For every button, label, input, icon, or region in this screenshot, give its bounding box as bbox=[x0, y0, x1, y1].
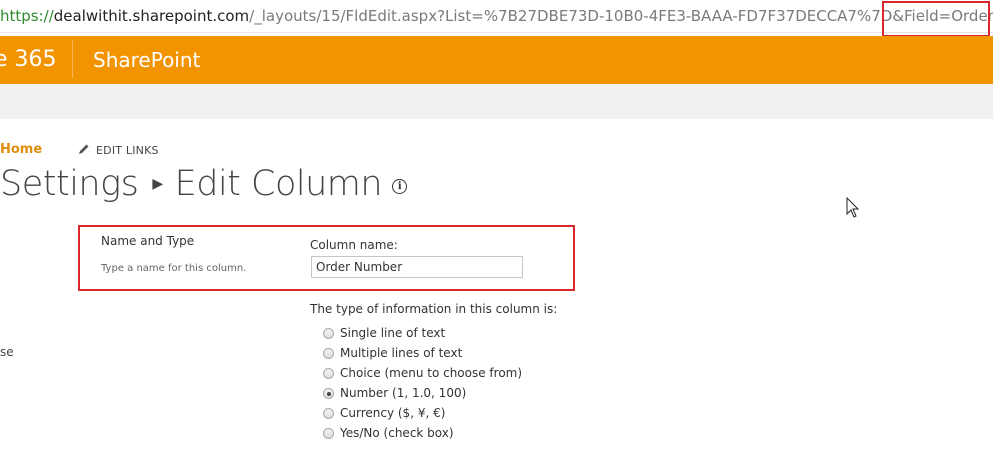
type-option-number[interactable]: Number (1, 1.0, 100) bbox=[323, 385, 522, 405]
ribbon-bar bbox=[0, 84, 993, 119]
left-panel-text-fragment: se bbox=[0, 345, 14, 359]
column-name-input[interactable] bbox=[311, 256, 523, 278]
radio-button[interactable] bbox=[323, 388, 334, 399]
type-option-label: Number (1, 1.0, 100) bbox=[340, 386, 467, 400]
url-protocol: https:// bbox=[0, 7, 54, 25]
sharepoint-app-link[interactable]: SharePoint bbox=[93, 36, 200, 84]
pencil-icon bbox=[79, 144, 89, 154]
url-domain: dealwithit.sharepoint.com bbox=[53, 7, 250, 25]
url-field-highlight bbox=[882, 1, 990, 37]
type-label: The type of information in this column i… bbox=[310, 302, 558, 316]
edit-links-label: EDIT LINKS bbox=[96, 144, 159, 157]
breadcrumb-current: Edit Column bbox=[174, 164, 383, 204]
type-option-single-line[interactable]: Single line of text bbox=[323, 325, 522, 345]
type-option-label: Currency ($, ¥, €) bbox=[340, 406, 446, 420]
type-option-multiple-lines[interactable]: Multiple lines of text bbox=[323, 345, 522, 365]
breadcrumb-settings[interactable]: Settings bbox=[0, 164, 139, 204]
column-name-label: Column name: bbox=[310, 238, 398, 252]
type-option-label: Choice (menu to choose from) bbox=[340, 366, 523, 380]
type-option-yes-no[interactable]: Yes/No (check box) bbox=[323, 425, 522, 445]
type-option-choice[interactable]: Choice (menu to choose from) bbox=[323, 365, 522, 385]
office365-brand[interactable]: e 365 bbox=[0, 36, 57, 84]
url-path: /_layouts/15/FldEdit.aspx?List=%7B27DBE7… bbox=[249, 7, 952, 25]
type-radio-group: Single line of text Multiple lines of te… bbox=[323, 325, 522, 445]
section-description: Type a name for this column. bbox=[101, 263, 247, 274]
suite-bar-divider bbox=[72, 40, 73, 78]
type-option-label: Yes/No (check box) bbox=[340, 426, 454, 440]
info-icon[interactable]: i bbox=[392, 179, 408, 194]
address-bar[interactable]: https://dealwithit.sharepoint.com/_layou… bbox=[0, 0, 993, 33]
breadcrumb-separator-icon: ▶ bbox=[152, 176, 163, 192]
edit-links-button[interactable]: EDIT LINKS bbox=[78, 143, 159, 157]
radio-button[interactable] bbox=[323, 368, 334, 379]
page-title: Settings ▶ Edit Column i bbox=[0, 164, 408, 204]
suite-bar: e 365 SharePoint bbox=[0, 36, 993, 84]
type-option-label: Multiple lines of text bbox=[340, 346, 463, 360]
section-title: Name and Type bbox=[101, 234, 195, 248]
radio-button[interactable] bbox=[323, 408, 334, 419]
type-option-label: Single line of text bbox=[340, 326, 446, 340]
nav-home-link[interactable]: Home bbox=[0, 142, 42, 157]
radio-button[interactable] bbox=[323, 428, 334, 439]
mouse-cursor-icon bbox=[846, 197, 860, 218]
radio-button[interactable] bbox=[323, 328, 334, 339]
radio-button[interactable] bbox=[323, 348, 334, 359]
type-option-currency[interactable]: Currency ($, ¥, €) bbox=[323, 405, 522, 425]
